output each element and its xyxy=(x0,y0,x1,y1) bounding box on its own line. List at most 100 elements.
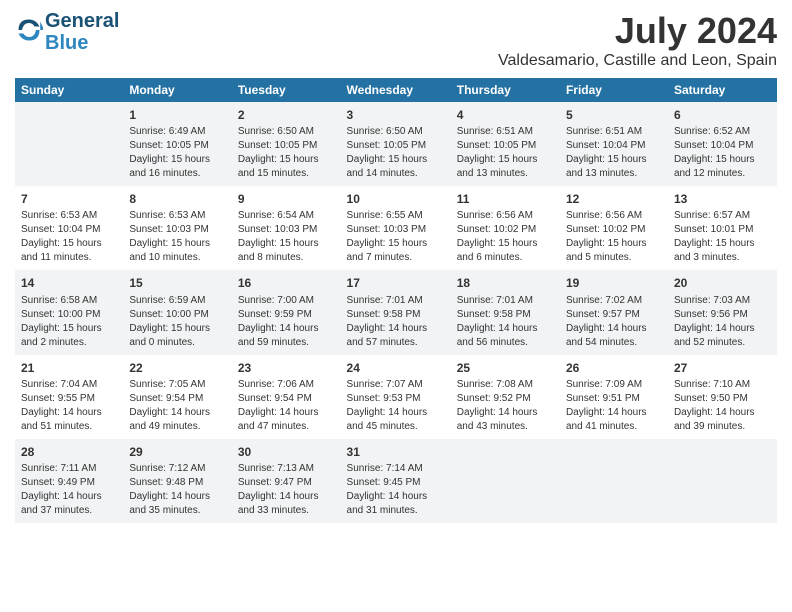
day-number: 3 xyxy=(347,107,445,123)
calendar-cell: 19 Sunrise: 7:02 AM Sunset: 9:57 PM Dayli… xyxy=(560,270,668,354)
col-header-sunday: Sunday xyxy=(15,78,123,102)
day-number: 25 xyxy=(457,360,554,376)
logo-text-line2: Blue xyxy=(45,32,119,54)
day-info: Sunrise: 7:09 AM Sunset: 9:51 PM Dayligh… xyxy=(566,378,662,434)
day-number: 26 xyxy=(566,360,662,376)
calendar-cell: 18 Sunrise: 7:01 AM Sunset: 9:58 PM Dayli… xyxy=(451,270,560,354)
calendar-week-5: 28Sunrise: 7:11 AM Sunset: 9:49 PM Dayli… xyxy=(15,439,777,523)
day-info: Sunrise: 7:12 AM Sunset: 9:48 PM Dayligh… xyxy=(129,462,226,518)
day-number: 13 xyxy=(674,191,771,207)
calendar-week-3: 14 Sunrise: 6:58 AM Sunset: 10:00 PM Dayl… xyxy=(15,270,777,354)
day-info: Sunrise: 7:04 AM Sunset: 9:55 PM Dayligh… xyxy=(21,378,117,434)
day-number: 22 xyxy=(129,360,226,376)
calendar-cell xyxy=(15,102,123,186)
logo-text-line1: General xyxy=(45,10,119,32)
page-header: General Blue July 2024 Valdesamario, Cas… xyxy=(15,10,777,70)
calendar-week-2: 7Sunrise: 6:53 AM Sunset: 10:04 PM Dayli… xyxy=(15,186,777,270)
calendar-week-1: 1Sunrise: 6:49 AM Sunset: 10:05 PM Dayli… xyxy=(15,102,777,186)
day-info: Sunrise: 7:03 AM Sunset: 9:56 PM Dayligh… xyxy=(674,294,771,350)
day-info: Sunrise: 7:13 AM Sunset: 9:47 PM Dayligh… xyxy=(238,462,335,518)
day-info: Sunrise: 6:53 AM Sunset: 10:04 PM Daylig… xyxy=(21,209,117,265)
calendar-cell: 5 Sunrise: 6:51 AM Sunset: 10:04 PM Dayli… xyxy=(560,102,668,186)
month-title: July 2024 xyxy=(498,10,777,52)
day-number: 23 xyxy=(238,360,335,376)
calendar-cell xyxy=(668,439,777,523)
col-header-wednesday: Wednesday xyxy=(341,78,451,102)
day-number: 10 xyxy=(347,191,445,207)
day-number: 24 xyxy=(347,360,445,376)
day-number: 5 xyxy=(566,107,662,123)
day-info: Sunrise: 6:50 AM Sunset: 10:05 PM Daylig… xyxy=(347,125,445,181)
col-header-friday: Friday xyxy=(560,78,668,102)
calendar-cell: 6 Sunrise: 6:52 AM Sunset: 10:04 PM Dayli… xyxy=(668,102,777,186)
day-number: 18 xyxy=(457,275,554,291)
calendar-week-4: 21 Sunrise: 7:04 AM Sunset: 9:55 PM Dayli… xyxy=(15,355,777,439)
day-info: Sunrise: 7:06 AM Sunset: 9:54 PM Dayligh… xyxy=(238,378,335,434)
day-number: 11 xyxy=(457,191,554,207)
calendar-cell: 11Sunrise: 6:56 AM Sunset: 10:02 PM Dayl… xyxy=(451,186,560,270)
day-info: Sunrise: 6:51 AM Sunset: 10:05 PM Daylig… xyxy=(457,125,554,181)
day-number: 20 xyxy=(674,275,771,291)
day-number: 14 xyxy=(21,275,117,291)
title-block: July 2024 Valdesamario, Castille and Leo… xyxy=(498,10,777,70)
calendar-cell: 21 Sunrise: 7:04 AM Sunset: 9:55 PM Dayli… xyxy=(15,355,123,439)
col-header-tuesday: Tuesday xyxy=(232,78,341,102)
calendar-cell: 10 Sunrise: 6:55 AM Sunset: 10:03 PM Dayl… xyxy=(341,186,451,270)
calendar-cell: 31 Sunrise: 7:14 AM Sunset: 9:45 PM Dayli… xyxy=(341,439,451,523)
day-number: 27 xyxy=(674,360,771,376)
day-info: Sunrise: 6:51 AM Sunset: 10:04 PM Daylig… xyxy=(566,125,662,181)
day-info: Sunrise: 7:02 AM Sunset: 9:57 PM Dayligh… xyxy=(566,294,662,350)
calendar-cell: 20 Sunrise: 7:03 AM Sunset: 9:56 PM Dayli… xyxy=(668,270,777,354)
day-number: 9 xyxy=(238,191,335,207)
day-number: 2 xyxy=(238,107,335,123)
calendar-cell: 12Sunrise: 6:56 AM Sunset: 10:02 PM Dayl… xyxy=(560,186,668,270)
day-info: Sunrise: 6:58 AM Sunset: 10:00 PM Daylig… xyxy=(21,294,117,350)
day-number: 30 xyxy=(238,444,335,460)
calendar-cell: 2 Sunrise: 6:50 AM Sunset: 10:05 PM Dayli… xyxy=(232,102,341,186)
day-number: 6 xyxy=(674,107,771,123)
calendar-cell xyxy=(560,439,668,523)
day-info: Sunrise: 7:01 AM Sunset: 9:58 PM Dayligh… xyxy=(347,294,445,350)
calendar-cell: 1Sunrise: 6:49 AM Sunset: 10:05 PM Dayli… xyxy=(123,102,232,186)
day-info: Sunrise: 7:11 AM Sunset: 9:49 PM Dayligh… xyxy=(21,462,117,518)
day-info: Sunrise: 6:52 AM Sunset: 10:04 PM Daylig… xyxy=(674,125,771,181)
calendar-cell: 26 Sunrise: 7:09 AM Sunset: 9:51 PM Dayli… xyxy=(560,355,668,439)
day-number: 8 xyxy=(129,191,226,207)
col-header-thursday: Thursday xyxy=(451,78,560,102)
calendar-cell: 23 Sunrise: 7:06 AM Sunset: 9:54 PM Dayli… xyxy=(232,355,341,439)
day-number: 17 xyxy=(347,275,445,291)
day-number: 21 xyxy=(21,360,117,376)
calendar-cell: 14 Sunrise: 6:58 AM Sunset: 10:00 PM Dayl… xyxy=(15,270,123,354)
calendar-cell: 17 Sunrise: 7:01 AM Sunset: 9:58 PM Dayli… xyxy=(341,270,451,354)
day-number: 19 xyxy=(566,275,662,291)
logo: General Blue xyxy=(15,10,119,54)
day-info: Sunrise: 6:49 AM Sunset: 10:05 PM Daylig… xyxy=(129,125,226,181)
day-info: Sunrise: 7:01 AM Sunset: 9:58 PM Dayligh… xyxy=(457,294,554,350)
day-number: 29 xyxy=(129,444,226,460)
day-number: 4 xyxy=(457,107,554,123)
day-number: 15 xyxy=(129,275,226,291)
col-header-saturday: Saturday xyxy=(668,78,777,102)
day-info: Sunrise: 7:14 AM Sunset: 9:45 PM Dayligh… xyxy=(347,462,445,518)
day-info: Sunrise: 6:50 AM Sunset: 10:05 PM Daylig… xyxy=(238,125,335,181)
calendar-cell: 29 Sunrise: 7:12 AM Sunset: 9:48 PM Dayli… xyxy=(123,439,232,523)
calendar-cell: 30 Sunrise: 7:13 AM Sunset: 9:47 PM Dayli… xyxy=(232,439,341,523)
calendar-cell: 8Sunrise: 6:53 AM Sunset: 10:03 PM Dayli… xyxy=(123,186,232,270)
calendar-cell: 25 Sunrise: 7:08 AM Sunset: 9:52 PM Dayli… xyxy=(451,355,560,439)
day-number: 31 xyxy=(347,444,445,460)
calendar-cell xyxy=(451,439,560,523)
calendar-cell: 24Sunrise: 7:07 AM Sunset: 9:53 PM Dayli… xyxy=(341,355,451,439)
day-info: Sunrise: 7:10 AM Sunset: 9:50 PM Dayligh… xyxy=(674,378,771,434)
day-info: Sunrise: 6:59 AM Sunset: 10:00 PM Daylig… xyxy=(129,294,226,350)
day-info: Sunrise: 6:55 AM Sunset: 10:03 PM Daylig… xyxy=(347,209,445,265)
logo-icon xyxy=(15,16,43,44)
calendar-cell: 27 Sunrise: 7:10 AM Sunset: 9:50 PM Dayli… xyxy=(668,355,777,439)
day-info: Sunrise: 6:56 AM Sunset: 10:02 PM Daylig… xyxy=(566,209,662,265)
day-info: Sunrise: 6:57 AM Sunset: 10:01 PM Daylig… xyxy=(674,209,771,265)
calendar-cell: 15 Sunrise: 6:59 AM Sunset: 10:00 PM Dayl… xyxy=(123,270,232,354)
day-info: Sunrise: 7:05 AM Sunset: 9:54 PM Dayligh… xyxy=(129,378,226,434)
calendar-cell: 13 Sunrise: 6:57 AM Sunset: 10:01 PM Dayl… xyxy=(668,186,777,270)
day-info: Sunrise: 7:08 AM Sunset: 9:52 PM Dayligh… xyxy=(457,378,554,434)
calendar-table: SundayMondayTuesdayWednesdayThursdayFrid… xyxy=(15,78,777,523)
calendar-cell: 9Sunrise: 6:54 AM Sunset: 10:03 PM Dayli… xyxy=(232,186,341,270)
